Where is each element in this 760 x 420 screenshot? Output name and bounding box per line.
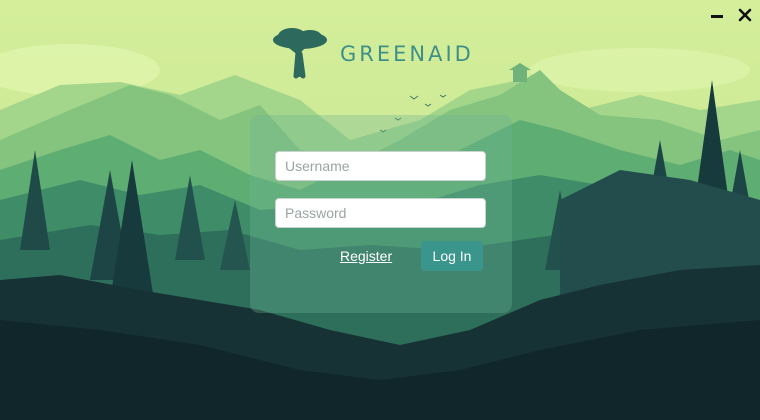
username-field[interactable] (275, 151, 486, 181)
tree-icon (273, 28, 327, 79)
brand-name: GREENAID (340, 42, 474, 66)
brand-logo: GREENAID (270, 24, 474, 80)
minimize-icon (711, 15, 723, 18)
login-button[interactable]: Log In (421, 241, 483, 271)
close-icon (738, 8, 752, 22)
register-link[interactable]: Register (340, 248, 392, 264)
login-panel: Register Log In (250, 115, 512, 313)
close-button[interactable] (734, 4, 756, 26)
password-field[interactable] (275, 198, 486, 228)
minimize-button[interactable] (706, 4, 728, 26)
